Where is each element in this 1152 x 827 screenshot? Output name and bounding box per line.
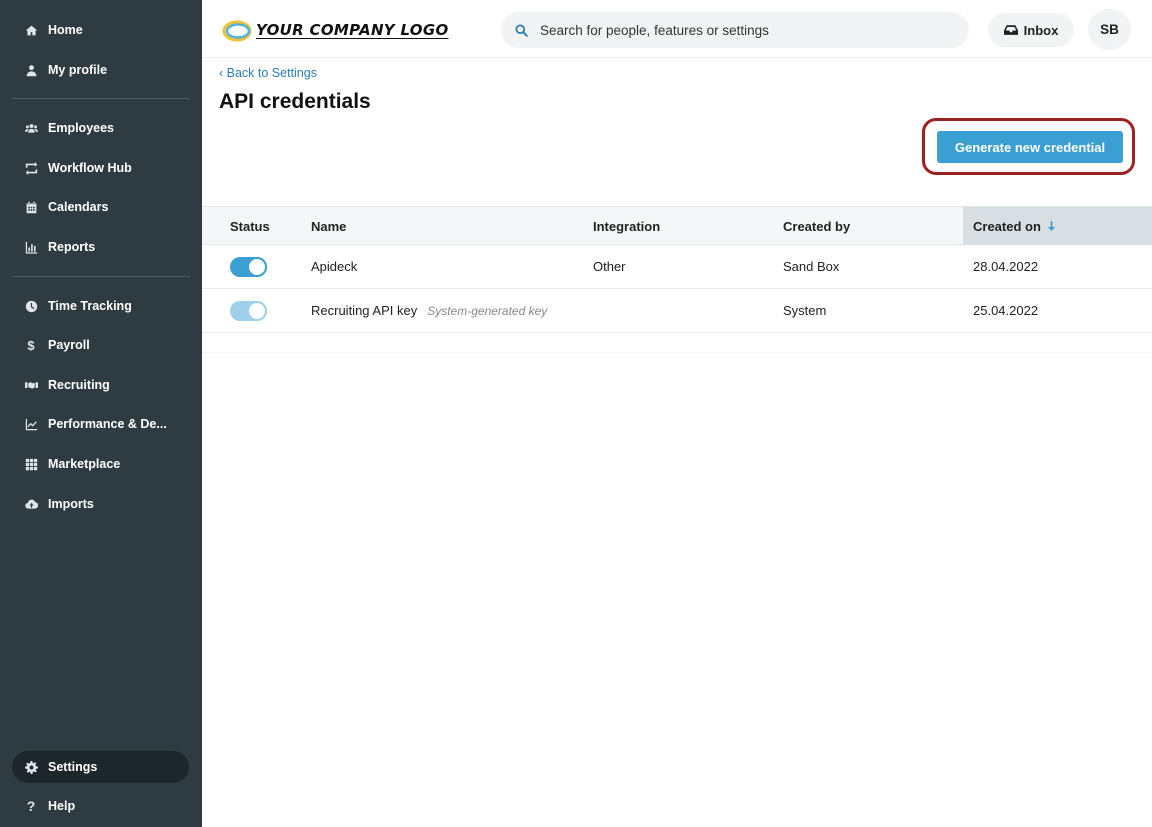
sidebar-item-label: Marketplace	[48, 457, 121, 471]
sidebar-item-label: Payroll	[48, 338, 90, 352]
table-footer	[202, 333, 1152, 353]
status-toggle[interactable]	[230, 257, 267, 277]
inbox-button[interactable]: Inbox	[988, 13, 1074, 47]
search-bar[interactable]	[501, 12, 969, 48]
logo-icon	[222, 20, 252, 42]
sidebar-item-label: Home	[48, 23, 83, 37]
column-header-created-on[interactable]: Created on	[963, 207, 1152, 245]
column-header-created-by[interactable]: Created by	[783, 207, 850, 245]
sidebar-divider	[12, 98, 190, 99]
sidebar-item-reports[interactable]: Reports	[12, 231, 189, 263]
chevron-left-icon: ‹	[219, 66, 227, 80]
sidebar-item-label: Employees	[48, 121, 115, 135]
system-generated-tag: System-generated key	[427, 303, 548, 318]
toggle-knob	[247, 257, 267, 277]
chart-icon	[24, 240, 38, 254]
dollar-icon: $	[27, 337, 35, 353]
sidebar-item-time-tracking[interactable]: Time Tracking	[12, 290, 189, 322]
generate-credential-button[interactable]: Generate new credential	[937, 131, 1123, 163]
sidebar-item-label: Time Tracking	[48, 299, 132, 313]
column-header-integration[interactable]: Integration	[593, 207, 660, 245]
column-header-label: Created on	[973, 218, 1041, 234]
people-icon	[24, 121, 38, 135]
clock-icon	[24, 299, 38, 313]
cell-integration: Other	[593, 259, 626, 274]
home-icon	[24, 23, 38, 37]
inbox-label: Inbox	[1023, 22, 1059, 38]
search-icon	[515, 23, 528, 37]
cloud-upload-icon	[24, 497, 38, 511]
search-input[interactable]	[540, 22, 960, 38]
top-header: YOUR COMPANY LOGO Inbox SB	[202, 0, 1152, 58]
person-icon	[24, 63, 38, 77]
sidebar-item-label: Settings	[48, 760, 98, 774]
sidebar-item-my-profile[interactable]: My profile	[12, 54, 189, 86]
credential-name: Recruiting API key	[311, 303, 418, 318]
toggle-knob	[247, 301, 267, 321]
trend-icon	[24, 417, 38, 431]
sidebar-divider	[12, 276, 190, 277]
cell-created-by: Sand Box	[783, 259, 840, 274]
sidebar-item-label: Imports	[48, 497, 94, 511]
table-row[interactable]: Recruiting API key System-generated key …	[202, 289, 1152, 333]
cell-name: Recruiting API key System-generated key	[311, 289, 547, 332]
inbox-icon	[1003, 25, 1018, 35]
sidebar-item-help[interactable]: ? Help	[12, 790, 189, 822]
table-row[interactable]: Apideck Other Sand Box 28.04.2022	[202, 245, 1152, 289]
back-to-settings-link[interactable]: ‹ Back to Settings	[219, 66, 317, 80]
sidebar-item-recruiting[interactable]: Recruiting	[12, 369, 189, 401]
question-icon: ?	[26, 798, 36, 814]
sidebar-item-workflow-hub[interactable]: Workflow Hub	[12, 152, 189, 184]
column-header-status[interactable]: Status	[230, 207, 270, 245]
sidebar: Home My profile Employees Workflow Hub C…	[0, 0, 202, 827]
avatar[interactable]: SB	[1088, 9, 1131, 50]
table-header: Status Name Integration Created by Creat…	[202, 206, 1152, 245]
page-title: API credentials	[219, 90, 371, 113]
sidebar-item-home[interactable]: Home	[12, 14, 189, 46]
sidebar-item-label: Workflow Hub	[48, 161, 132, 175]
cell-name: Apideck	[311, 259, 358, 274]
column-header-name[interactable]: Name	[311, 207, 346, 245]
sidebar-item-label: Recruiting	[48, 378, 110, 392]
sidebar-item-settings[interactable]: Settings	[12, 751, 189, 783]
workflow-icon	[24, 161, 38, 175]
sidebar-item-label: Performance & De...	[48, 417, 167, 431]
sidebar-item-label: Calendars	[48, 200, 109, 214]
sidebar-item-payroll[interactable]: $ Payroll	[12, 329, 189, 361]
status-toggle[interactable]	[230, 301, 267, 321]
sidebar-item-imports[interactable]: Imports	[12, 488, 189, 520]
logo-text: YOUR COMPANY LOGO	[256, 21, 449, 39]
cell-created-by: System	[783, 303, 827, 318]
sidebar-item-label: My profile	[48, 63, 108, 77]
sidebar-item-employees[interactable]: Employees	[12, 112, 189, 144]
sidebar-item-marketplace[interactable]: Marketplace	[12, 448, 189, 480]
gear-icon	[24, 760, 38, 774]
sidebar-item-label: Help	[48, 799, 76, 813]
calendar-icon	[24, 200, 38, 214]
sidebar-item-label: Reports	[48, 240, 96, 254]
sidebar-item-calendars[interactable]: Calendars	[12, 191, 189, 223]
back-link-label: Back to Settings	[226, 66, 317, 80]
cell-created-on: 25.04.2022	[973, 303, 1039, 318]
sort-down-icon	[1047, 221, 1055, 231]
grid-icon	[24, 457, 38, 471]
sidebar-item-performance[interactable]: Performance & De...	[12, 408, 189, 440]
cell-created-on: 28.04.2022	[973, 259, 1039, 274]
handshake-icon	[24, 378, 38, 392]
company-logo[interactable]: YOUR COMPANY LOGO	[222, 16, 449, 44]
